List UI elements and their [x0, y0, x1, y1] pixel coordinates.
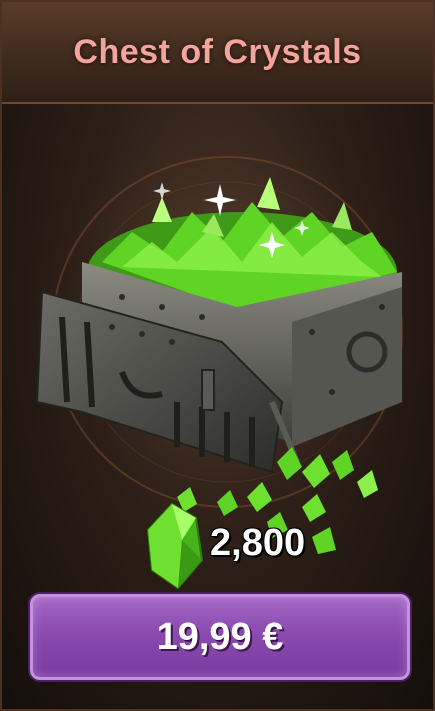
offer-title: Chest of Crystals — [73, 32, 362, 71]
green-crystal-icon — [146, 502, 204, 590]
buy-price-button[interactable]: 19,99 € — [30, 594, 410, 680]
crystal-chest-icon — [17, 122, 433, 554]
crystal-amount: 2,800 — [210, 522, 306, 564]
title-bar: Chest of Crystals — [2, 2, 433, 104]
price-label: 19,99 € — [156, 615, 284, 658]
offer-card[interactable]: Chest of Crystals 2,800 19,99 € — [0, 0, 435, 711]
